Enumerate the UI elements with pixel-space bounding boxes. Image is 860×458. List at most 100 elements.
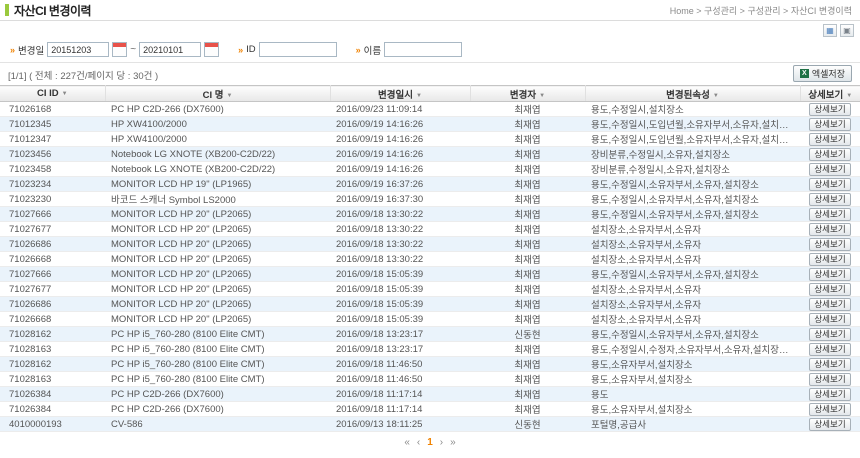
expand-window-icon[interactable]: ▣: [840, 24, 854, 37]
detail-view-button[interactable]: 상세보기: [809, 253, 850, 266]
changer-cell: 최재엽: [470, 177, 585, 192]
ci-name-cell: MONITOR LCD HP 19" (LP1965): [105, 177, 330, 192]
table-row[interactable]: 71026668 MONITOR LCD HP 20" (LP2065) 201…: [0, 312, 860, 327]
detail-view-button[interactable]: 상세보기: [809, 193, 850, 206]
detail-cell: 상세보기: [800, 417, 860, 432]
ci-name-cell: MONITOR LCD HP 20" (LP2065): [105, 222, 330, 237]
changed-attrs-cell: 설치장소,소유자부서,소유자: [585, 237, 800, 252]
excel-save-label: 엑셀저장: [812, 67, 845, 80]
detail-view-button[interactable]: 상세보기: [809, 238, 850, 251]
detail-view-button[interactable]: 상세보기: [809, 163, 850, 176]
change-datetime-cell: 2016/09/19 14:16:26: [330, 117, 470, 132]
pagination-last-button[interactable]: »: [450, 437, 456, 449]
detail-cell: 상세보기: [800, 327, 860, 342]
table-row[interactable]: 4010000193 CV-586 2016/09/13 18:11:25 신동…: [0, 417, 860, 432]
table-row[interactable]: 71027666 MONITOR LCD HP 20" (LP2065) 201…: [0, 267, 860, 282]
ci-name-cell: HP XW4100/2000: [105, 132, 330, 147]
title-bar: 자산CI 변경이력 Home > 구성관리 > 구성관리 > 자산CI 변경이력: [0, 0, 860, 21]
detail-cell: 상세보기: [800, 162, 860, 177]
pagination-next-button[interactable]: ›: [440, 437, 443, 449]
changed-attrs-cell: 용도,수정일시,수정자,소유자부서,소유자,설치장소,장비분류: [585, 342, 800, 357]
detail-view-button[interactable]: 상세보기: [809, 343, 850, 356]
detail-view-button[interactable]: 상세보기: [809, 223, 850, 236]
changed-attrs-cell: 장비분류,수정일시,소유자,설치장소: [585, 147, 800, 162]
column-header-changed-attrs[interactable]: 변경된속성▼: [585, 86, 800, 102]
table-row[interactable]: 71028162 PC HP i5_760-280 (8100 Elite CM…: [0, 327, 860, 342]
detail-view-button[interactable]: 상세보기: [809, 418, 850, 431]
column-header-changer[interactable]: 변경자▼: [470, 86, 585, 102]
change-date-to-input[interactable]: [139, 42, 201, 57]
table-row[interactable]: 71023458 Notebook LG XNOTE (XB200-C2D/22…: [0, 162, 860, 177]
detail-view-button[interactable]: 상세보기: [809, 118, 850, 131]
table-row[interactable]: 71028162 PC HP i5_760-280 (8100 Elite CM…: [0, 357, 860, 372]
detail-view-button[interactable]: 상세보기: [809, 388, 850, 401]
summary-bar: [1/1] ( 전체 : 227건/페이지 당 : 30건 ) X 엑셀저장: [0, 63, 860, 85]
detail-view-button[interactable]: 상세보기: [809, 178, 850, 191]
changer-cell: 최재엽: [470, 237, 585, 252]
detail-view-button[interactable]: 상세보기: [809, 313, 850, 326]
detail-cell: 상세보기: [800, 117, 860, 132]
change-date-from-input[interactable]: [47, 42, 109, 57]
pagination-prev-button[interactable]: ‹: [417, 437, 420, 449]
changed-attrs-cell: 용도: [585, 387, 800, 402]
changer-cell: 신동현: [470, 327, 585, 342]
breadcrumb[interactable]: Home > 구성관리 > 구성관리 > 자산CI 변경이력: [670, 4, 852, 17]
change-datetime-cell: 2016/09/18 15:05:39: [330, 312, 470, 327]
change-datetime-cell: 2016/09/18 15:05:39: [330, 297, 470, 312]
detail-view-button[interactable]: 상세보기: [809, 403, 850, 416]
table-row[interactable]: 71026384 PC HP C2D-266 (DX7600) 2016/09/…: [0, 387, 860, 402]
pagination-first-button[interactable]: «: [404, 437, 410, 449]
detail-view-button[interactable]: 상세보기: [809, 133, 850, 146]
changed-attrs-cell: 설치장소,소유자부서,소유자: [585, 282, 800, 297]
table-row[interactable]: 71027677 MONITOR LCD HP 20" (LP2065) 201…: [0, 222, 860, 237]
column-header-detail[interactable]: 상세보기▼: [800, 86, 860, 102]
change-datetime-cell: 2016/09/18 15:05:39: [330, 282, 470, 297]
detail-view-button[interactable]: 상세보기: [809, 283, 850, 296]
table-row[interactable]: 71026686 MONITOR LCD HP 20" (LP2065) 201…: [0, 297, 860, 312]
table-row[interactable]: 71026668 MONITOR LCD HP 20" (LP2065) 201…: [0, 252, 860, 267]
column-label: 변경된속성: [666, 90, 710, 101]
ci-id-filter-input[interactable]: [259, 42, 337, 57]
calendar-to-icon[interactable]: [204, 42, 219, 57]
detail-view-button[interactable]: 상세보기: [809, 298, 850, 311]
column-label: CI 명: [203, 90, 224, 101]
excel-icon: X: [800, 69, 809, 78]
table-row[interactable]: 71012347 HP XW4100/2000 2016/09/19 14:16…: [0, 132, 860, 147]
changer-cell: 최재엽: [470, 192, 585, 207]
table-row[interactable]: 71026384 PC HP C2D-266 (DX7600) 2016/09/…: [0, 402, 860, 417]
detail-view-button[interactable]: 상세보기: [809, 328, 850, 341]
changed-attrs-cell: 용도,수정일시,설치장소: [585, 102, 800, 117]
table-row[interactable]: 71026686 MONITOR LCD HP 20" (LP2065) 201…: [0, 237, 860, 252]
pagination-page-1[interactable]: 1: [427, 437, 433, 449]
table-row[interactable]: 71023234 MONITOR LCD HP 19" (LP1965) 201…: [0, 177, 860, 192]
table-row[interactable]: 71023456 Notebook LG XNOTE (XB200-C2D/22…: [0, 147, 860, 162]
column-header-change-datetime[interactable]: 변경일시▼: [330, 86, 470, 102]
ci-name-filter-input[interactable]: [384, 42, 462, 57]
field-marker-icon: »: [238, 45, 243, 55]
column-label: CI ID: [37, 88, 59, 99]
excel-save-button[interactable]: X 엑셀저장: [793, 65, 852, 82]
table-row[interactable]: 71028163 PC HP i5_760-280 (8100 Elite CM…: [0, 342, 860, 357]
column-label: 변경자: [510, 90, 536, 101]
detail-view-button[interactable]: 상세보기: [809, 373, 850, 386]
grid-view-icon[interactable]: ▦: [823, 24, 837, 37]
table-row[interactable]: 71012345 HP XW4100/2000 2016/09/19 14:16…: [0, 117, 860, 132]
table-row[interactable]: 71026168 PC HP C2D-266 (DX7600) 2016/09/…: [0, 102, 860, 117]
column-header-ci-id[interactable]: CI ID▼: [0, 86, 105, 102]
change-datetime-cell: 2016/09/19 14:16:26: [330, 132, 470, 147]
ci-name-cell: PC HP i5_760-280 (8100 Elite CMT): [105, 372, 330, 387]
ci-id-cell: 71026668: [0, 252, 105, 267]
detail-view-button[interactable]: 상세보기: [809, 268, 850, 281]
detail-view-button[interactable]: 상세보기: [809, 358, 850, 371]
column-header-ci-name[interactable]: CI 명▼: [105, 86, 330, 102]
table-row[interactable]: 71027666 MONITOR LCD HP 20" (LP2065) 201…: [0, 207, 860, 222]
calendar-from-icon[interactable]: [112, 42, 127, 57]
detail-view-button[interactable]: 상세보기: [809, 148, 850, 161]
table-row[interactable]: 71027677 MONITOR LCD HP 20" (LP2065) 201…: [0, 282, 860, 297]
ci-name-cell: PC HP C2D-266 (DX7600): [105, 102, 330, 117]
table-row[interactable]: 71028163 PC HP i5_760-280 (8100 Elite CM…: [0, 372, 860, 387]
table-row[interactable]: 71023230 바코드 스캐너 Symbol LS2000 2016/09/1…: [0, 192, 860, 207]
detail-view-button[interactable]: 상세보기: [809, 103, 850, 116]
detail-view-button[interactable]: 상세보기: [809, 208, 850, 221]
sort-desc-icon: ▼: [62, 91, 68, 97]
